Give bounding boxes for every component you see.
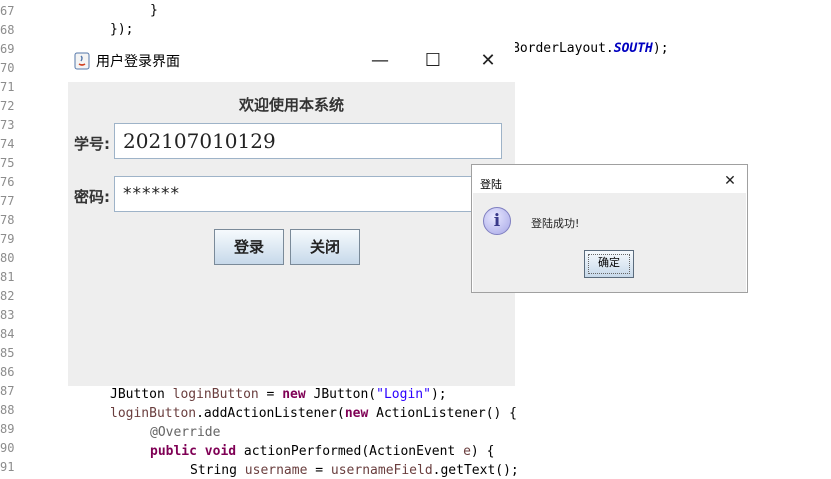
maximize-button[interactable]: ☐ [413,46,453,76]
minimize-button[interactable]: — [360,46,400,76]
line-number: 83 [0,308,15,322]
line-number: 78 [0,213,15,227]
code-line: }); [110,22,134,37]
line-number: 80 [0,251,15,265]
window-title: 用户登录界面 [96,54,180,70]
dialog-body: i 登陆成功! 确定 [473,193,746,292]
line-number: 73 [0,118,15,132]
dialog-close-button[interactable]: ✕ [721,170,739,192]
login-window-titlebar[interactable]: 用户登录界面 — ☐ ✕ [68,42,515,82]
line-number: 81 [0,270,15,284]
line-number: 85 [0,346,15,360]
dialog-message: 登陆成功! [531,217,580,230]
info-icon: i [483,207,511,235]
line-number: 79 [0,232,15,246]
code-line: loginButton.addActionListener(new Action… [110,406,518,421]
welcome-heading: 欢迎使用本系统 [238,96,344,114]
line-number: 76 [0,175,15,189]
login-success-dialog: 登陆 ✕ i 登陆成功! 确定 [471,164,748,293]
line-number: 86 [0,365,15,379]
login-window: 用户登录界面 — ☐ ✕ 欢迎使用本系统 学号: 202107010129 密码… [68,42,515,386]
line-number: 71 [0,80,15,94]
line-number: 68 [0,23,15,37]
code-line: String username = usernameField.getText(… [190,463,519,478]
line-number: 84 [0,327,15,341]
dialog-title: 登陆 [480,178,502,191]
line-number: 82 [0,289,15,303]
login-form: 欢迎使用本系统 学号: 202107010129 密码: ****** 登录 关… [68,82,515,386]
line-number: 70 [0,61,15,75]
password-label: 密码: [74,188,110,206]
line-number: 72 [0,99,15,113]
line-number: 74 [0,137,15,151]
code-line: BorderLayout.SOUTH); [512,41,669,56]
student-id-label: 学号: [74,135,110,153]
close-button[interactable]: 关闭 [290,229,360,265]
line-number: 75 [0,156,15,170]
line-number: 88 [0,403,15,417]
line-number: 91 [0,460,15,474]
code-line: } [150,3,158,18]
password-input[interactable]: ****** [114,176,502,212]
line-number: 89 [0,422,15,436]
line-number: 87 [0,384,15,398]
close-window-button[interactable]: ✕ [468,46,508,76]
java-app-icon [74,52,90,70]
login-button[interactable]: 登录 [214,229,284,265]
student-id-input[interactable]: 202107010129 [114,123,502,159]
code-line: public void actionPerformed(ActionEvent … [150,444,495,459]
line-number: 69 [0,42,15,56]
ok-button[interactable]: 确定 [584,250,634,278]
code-line: @Override [150,425,221,440]
line-number: 90 [0,441,15,455]
line-number: 67 [0,4,15,18]
code-line: JButton loginButton = new JButton("Login… [110,387,447,402]
line-number: 77 [0,194,15,208]
